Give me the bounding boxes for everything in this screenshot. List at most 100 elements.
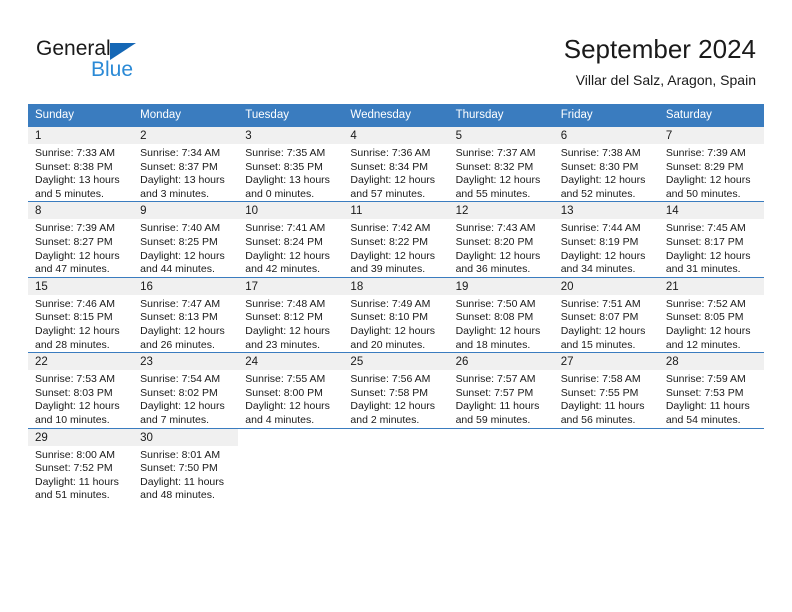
daylight-text: Daylight: 12 hours and 18 minutes. (455, 324, 541, 351)
calendar-day-cell[interactable]: 22 Sunrise: 7:53 AM Sunset: 8:03 PM Dayligh… (28, 352, 134, 428)
weekday-header-saturday: Saturday (658, 104, 764, 127)
sunrise-text: Sunrise: 7:33 AM (35, 147, 115, 159)
day-sun-info: Sunrise: 7:51 AM Sunset: 8:07 PM Daylight:… (554, 295, 659, 352)
day-number: 10 (238, 202, 344, 220)
day-sun-info: Sunrise: 7:33 AM Sunset: 8:38 PM Daylight:… (28, 144, 133, 201)
sunset-text: Sunset: 8:32 PM (455, 160, 534, 173)
calendar-day-cell[interactable]: 29 Sunrise: 8:00 AM Sunset: 7:52 PM Dayligh… (28, 427, 134, 503)
calendar-day-cell[interactable]: 30 Sunrise: 8:01 AM Sunset: 7:50 PM Dayligh… (133, 427, 239, 503)
calendar-week-row: 22 Sunrise: 7:53 AM Sunset: 8:03 PM Dayligh… (28, 352, 764, 428)
calendar-day-cell[interactable]: 24 Sunrise: 7:55 AM Sunset: 8:00 PM Dayligh… (238, 352, 344, 428)
calendar-day-cell[interactable]: 21 Sunrise: 7:52 AM Sunset: 8:05 PM Dayligh… (658, 276, 764, 353)
sunrise-text: Sunrise: 7:37 AM (455, 147, 536, 159)
calendar-day-cell[interactable]: 16 Sunrise: 7:47 AM Sunset: 8:13 PM Dayligh… (133, 276, 239, 353)
calendar-page: General Blue September 2024 Villar del S… (0, 0, 792, 612)
calendar-week-row: 29 Sunrise: 8:00 AM Sunset: 7:52 PM Dayligh… (28, 427, 764, 503)
day-sun-info: Sunrise: 7:45 AM Sunset: 8:17 PM Daylight:… (659, 219, 764, 276)
calendar-day-cell[interactable]: 15 Sunrise: 7:46 AM Sunset: 8:15 PM Dayligh… (28, 276, 134, 353)
day-number: 17 (238, 277, 344, 295)
daylight-text: Daylight: 12 hours and 28 minutes. (35, 324, 120, 351)
calendar-day-cell[interactable]: 7 Sunrise: 7:39 AM Sunset: 8:29 PM Daylight… (658, 125, 764, 202)
calendar-day-cell[interactable]: 14 Sunrise: 7:45 AM Sunset: 8:17 PM Dayligh… (658, 201, 764, 278)
sunset-text: Sunset: 7:53 PM (665, 386, 744, 399)
calendar-day-cell[interactable]: 1 Sunrise: 7:33 AM Sunset: 8:38 PM Daylight… (28, 125, 134, 202)
day-sun-info: Sunrise: 7:58 AM Sunset: 7:55 PM Daylight:… (554, 370, 659, 427)
calendar-day-cell[interactable]: 23 Sunrise: 7:54 AM Sunset: 8:02 PM Dayligh… (133, 352, 239, 428)
sunset-text: Sunset: 7:57 PM (455, 386, 534, 399)
daylight-text: Daylight: 11 hours and 59 minutes. (455, 400, 540, 426)
sunset-text: Sunset: 7:50 PM (140, 462, 218, 475)
calendar-day-cell[interactable]: 6 Sunrise: 7:38 AM Sunset: 8:30 PM Daylight… (553, 125, 659, 202)
day-number: 22 (28, 353, 134, 371)
sunset-text: Sunset: 8:29 PM (665, 160, 744, 173)
calendar-day-cell[interactable]: 27 Sunrise: 7:58 AM Sunset: 7:55 PM Dayligh… (553, 352, 659, 428)
calendar-day-cell[interactable]: 11 Sunrise: 7:42 AM Sunset: 8:22 PM Dayligh… (343, 201, 449, 278)
sunrise-text: Sunrise: 7:50 AM (455, 297, 536, 310)
calendar-day-cell[interactable]: 28 Sunrise: 7:59 AM Sunset: 7:53 PM Dayligh… (658, 352, 764, 428)
day-cell-inner: 12 Sunrise: 7:43 AM Sunset: 8:20 PM Dayligh… (448, 202, 554, 276)
day-sun-info: Sunrise: 7:40 AM Sunset: 8:25 PM Daylight:… (133, 219, 238, 276)
day-number: 4 (343, 127, 449, 144)
daylight-text: Daylight: 12 hours and 15 minutes. (560, 324, 646, 351)
calendar-week-row: 1 Sunrise: 7:33 AM Sunset: 8:38 PM Daylight… (28, 125, 764, 202)
calendar-day-cell[interactable]: 3 Sunrise: 7:35 AM Sunset: 8:35 PM Daylight… (238, 125, 344, 202)
day-cell-inner: 1 Sunrise: 7:33 AM Sunset: 8:38 PM Daylight… (28, 127, 134, 201)
day-number: 15 (28, 277, 134, 295)
calendar-day-cell[interactable]: 17 Sunrise: 7:48 AM Sunset: 8:12 PM Dayligh… (238, 276, 344, 353)
day-cell-inner (553, 428, 659, 503)
calendar-day-cell[interactable]: 8 Sunrise: 7:39 AM Sunset: 8:27 PM Daylight… (28, 201, 134, 278)
day-sun-info: Sunrise: 7:56 AM Sunset: 7:58 PM Daylight:… (343, 370, 448, 427)
calendar-day-cell[interactable]: 12 Sunrise: 7:43 AM Sunset: 8:20 PM Dayligh… (448, 201, 554, 278)
calendar-day-cell[interactable]: 20 Sunrise: 7:51 AM Sunset: 8:07 PM Dayligh… (553, 276, 659, 353)
day-cell-inner: 20 Sunrise: 7:51 AM Sunset: 8:07 PM Dayligh… (553, 277, 659, 352)
sunrise-text: Sunrise: 7:46 AM (35, 297, 115, 310)
day-sun-info: Sunrise: 7:52 AM Sunset: 8:05 PM Daylight:… (659, 295, 764, 352)
day-sun-info: Sunrise: 7:42 AM Sunset: 8:22 PM Daylight:… (343, 219, 448, 276)
sunrise-text: Sunrise: 7:55 AM (245, 373, 326, 386)
daylight-text: Daylight: 12 hours and 4 minutes. (245, 400, 330, 426)
daylight-text: Daylight: 12 hours and 42 minutes. (245, 249, 330, 276)
day-cell-inner: 25 Sunrise: 7:56 AM Sunset: 7:58 PM Dayligh… (343, 353, 449, 427)
daylight-text: Daylight: 11 hours and 48 minutes. (140, 475, 224, 502)
sunrise-text: Sunrise: 8:01 AM (140, 448, 221, 461)
day-number: 30 (133, 428, 239, 446)
day-cell-inner (658, 428, 764, 503)
sunset-text: Sunset: 8:08 PM (455, 311, 534, 324)
calendar-day-cell[interactable]: 5 Sunrise: 7:37 AM Sunset: 8:32 PM Daylight… (448, 125, 554, 202)
day-sun-info: Sunrise: 7:54 AM Sunset: 8:02 PM Daylight:… (133, 370, 238, 427)
sunrise-text: Sunrise: 7:49 AM (350, 297, 431, 310)
calendar-day-cell[interactable]: 2 Sunrise: 7:34 AM Sunset: 8:37 PM Daylight… (133, 125, 239, 202)
day-number: 9 (133, 202, 239, 220)
day-number: 21 (658, 277, 764, 295)
calendar-day-cell[interactable]: 25 Sunrise: 7:56 AM Sunset: 7:58 PM Dayligh… (343, 352, 449, 428)
daylight-text: Daylight: 13 hours and 0 minutes. (245, 174, 330, 200)
daylight-text: Daylight: 12 hours and 55 minutes. (455, 174, 541, 200)
calendar-day-cell[interactable]: 26 Sunrise: 7:57 AM Sunset: 7:57 PM Dayligh… (448, 352, 554, 428)
daylight-text: Daylight: 11 hours and 56 minutes. (560, 400, 645, 426)
calendar-day-cell[interactable]: 9 Sunrise: 7:40 AM Sunset: 8:25 PM Daylight… (133, 201, 239, 278)
calendar-day-cell[interactable]: 18 Sunrise: 7:49 AM Sunset: 8:10 PM Dayligh… (343, 276, 449, 353)
day-number: 25 (343, 353, 449, 371)
calendar-day-cell[interactable]: 4 Sunrise: 7:36 AM Sunset: 8:34 PM Daylight… (343, 125, 449, 202)
day-sun-info: Sunrise: 7:41 AM Sunset: 8:24 PM Daylight:… (238, 219, 343, 276)
sunrise-text: Sunrise: 7:43 AM (455, 222, 536, 235)
day-cell-inner: 16 Sunrise: 7:47 AM Sunset: 8:13 PM Dayligh… (133, 277, 239, 352)
sunset-text: Sunset: 8:20 PM (455, 235, 534, 248)
day-number: 11 (343, 202, 449, 220)
daylight-text: Daylight: 12 hours and 26 minutes. (140, 324, 225, 351)
daylight-text: Daylight: 13 hours and 5 minutes. (35, 174, 120, 200)
day-number: 20 (553, 277, 659, 295)
calendar-day-cell[interactable]: 19 Sunrise: 7:50 AM Sunset: 8:08 PM Dayligh… (448, 276, 554, 353)
sunrise-text: Sunrise: 7:35 AM (245, 147, 326, 159)
day-cell-inner: 18 Sunrise: 7:49 AM Sunset: 8:10 PM Dayligh… (343, 277, 449, 352)
sunrise-text: Sunrise: 7:48 AM (245, 297, 326, 310)
day-cell-inner: 22 Sunrise: 7:53 AM Sunset: 8:03 PM Dayligh… (28, 353, 134, 427)
sunset-text: Sunset: 8:27 PM (35, 235, 113, 248)
calendar-day-cell[interactable]: 10 Sunrise: 7:41 AM Sunset: 8:24 PM Dayligh… (238, 201, 344, 278)
sunrise-text: Sunrise: 7:42 AM (350, 222, 431, 235)
page-header: General Blue September 2024 Villar del S… (0, 0, 792, 104)
calendar-day-cell (553, 427, 659, 503)
day-number (448, 428, 554, 446)
sunrise-text: Sunrise: 7:51 AM (560, 297, 641, 310)
calendar-day-cell[interactable]: 13 Sunrise: 7:44 AM Sunset: 8:19 PM Dayligh… (553, 201, 659, 278)
